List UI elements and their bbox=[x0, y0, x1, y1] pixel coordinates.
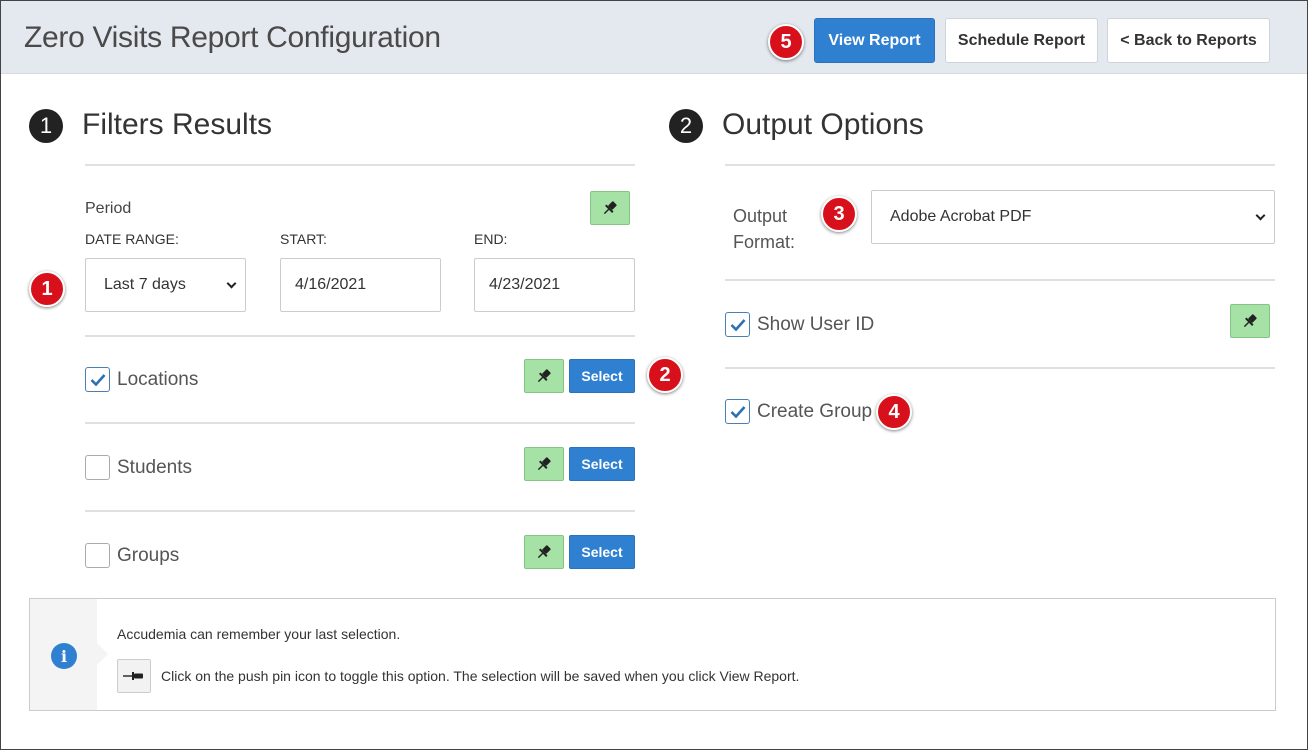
end-label: END: bbox=[474, 231, 508, 247]
output-format-value: Adobe Acrobat PDF bbox=[890, 208, 1032, 225]
students-checkbox[interactable] bbox=[85, 455, 110, 480]
callout-badge-1: 1 bbox=[29, 271, 65, 307]
period-pin-button[interactable] bbox=[590, 191, 630, 225]
groups-label: Groups bbox=[117, 545, 180, 566]
example-pin-button bbox=[117, 659, 151, 693]
divider bbox=[85, 422, 635, 424]
info-panel: i Accudemia can remember your last selec… bbox=[29, 598, 1276, 711]
create-group-checkbox[interactable] bbox=[725, 399, 750, 424]
end-date-input[interactable]: 4/23/2021 bbox=[474, 258, 635, 312]
output-section-title: Output Options bbox=[722, 108, 924, 141]
locations-pin-button[interactable] bbox=[524, 359, 564, 393]
filters-section-title: Filters Results bbox=[82, 108, 273, 141]
students-select-button[interactable]: Select bbox=[569, 447, 635, 481]
step-number-1: 1 bbox=[29, 109, 63, 143]
end-date-value: 4/23/2021 bbox=[489, 276, 561, 293]
callout-badge-2: 2 bbox=[647, 357, 683, 393]
checkmark-icon bbox=[730, 318, 745, 331]
students-pin-button[interactable] bbox=[524, 447, 564, 481]
push-pin-icon bbox=[537, 369, 551, 383]
divider bbox=[85, 164, 635, 166]
start-date-value: 4/16/2021 bbox=[295, 276, 367, 293]
push-pin-icon bbox=[1243, 314, 1257, 328]
callout-badge-5: 5 bbox=[768, 24, 804, 60]
output-format-label-line2: Format: bbox=[733, 232, 796, 252]
info-panel-pointer bbox=[97, 643, 108, 665]
callout-badge-3: 3 bbox=[821, 196, 857, 232]
date-range-label: DATE RANGE: bbox=[85, 231, 179, 247]
groups-checkbox[interactable] bbox=[85, 543, 110, 568]
locations-label: Locations bbox=[117, 369, 199, 390]
locations-select-button[interactable]: Select bbox=[569, 359, 635, 393]
groups-pin-button[interactable] bbox=[524, 535, 564, 569]
divider bbox=[85, 510, 635, 512]
info-line-2: Click on the push pin icon to toggle thi… bbox=[161, 668, 800, 684]
push-pin-icon bbox=[123, 672, 143, 680]
push-pin-icon bbox=[603, 201, 617, 215]
divider bbox=[725, 279, 1275, 281]
schedule-report-button[interactable]: Schedule Report bbox=[945, 18, 1098, 63]
step-number-2: 2 bbox=[669, 109, 703, 143]
start-label: START: bbox=[280, 231, 327, 247]
period-label: Period bbox=[85, 200, 132, 217]
date-range-value: Last 7 days bbox=[104, 276, 186, 293]
page-title: Zero Visits Report Configuration bbox=[24, 21, 441, 54]
locations-checkbox[interactable] bbox=[85, 367, 110, 392]
callout-badge-4: 4 bbox=[876, 394, 912, 430]
divider bbox=[725, 367, 1275, 369]
divider bbox=[85, 335, 635, 337]
date-range-select[interactable]: Last 7 days bbox=[85, 258, 246, 312]
info-line-1: Accudemia can remember your last selecti… bbox=[117, 626, 401, 642]
groups-select-button[interactable]: Select bbox=[569, 535, 635, 569]
show-user-id-label: Show User ID bbox=[757, 314, 875, 335]
chevron-down-icon bbox=[226, 278, 237, 289]
checkmark-icon bbox=[90, 373, 105, 386]
divider bbox=[725, 164, 1275, 166]
show-user-id-pin-button[interactable] bbox=[1230, 304, 1270, 338]
output-format-select[interactable]: Adobe Acrobat PDF bbox=[871, 190, 1275, 244]
back-to-reports-button[interactable]: < Back to Reports bbox=[1107, 18, 1270, 63]
info-icon: i bbox=[51, 643, 77, 669]
view-report-button[interactable]: View Report bbox=[814, 18, 935, 63]
students-label: Students bbox=[117, 457, 192, 478]
checkmark-icon bbox=[730, 405, 745, 418]
push-pin-icon bbox=[537, 457, 551, 471]
push-pin-icon bbox=[537, 545, 551, 559]
show-user-id-checkbox[interactable] bbox=[725, 312, 750, 337]
start-date-input[interactable]: 4/16/2021 bbox=[280, 258, 441, 312]
output-format-label-line1: Output bbox=[733, 206, 788, 226]
create-group-label: Create Group bbox=[757, 401, 873, 422]
chevron-down-icon bbox=[1255, 210, 1266, 221]
